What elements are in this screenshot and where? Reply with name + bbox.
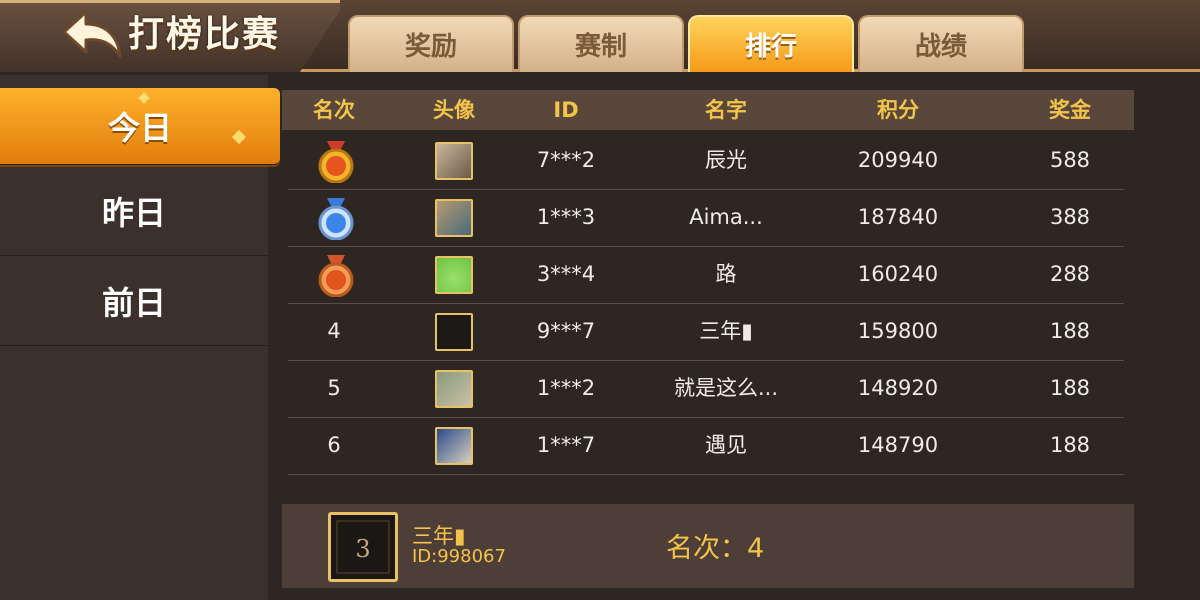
top-bar: 打榜比赛 奖励 赛制 排行 战绩 bbox=[0, 0, 1200, 72]
avatar-image: 3 bbox=[336, 520, 390, 574]
sparkle-decoration bbox=[138, 92, 150, 104]
avatar[interactable] bbox=[435, 313, 473, 351]
avatar[interactable] bbox=[435, 199, 473, 237]
sidebar-item-yesterday[interactable]: 昨日 bbox=[0, 167, 268, 256]
svg-text:3: 3 bbox=[355, 535, 370, 563]
player-id: 1***7 bbox=[536, 433, 596, 457]
player-id: 7***2 bbox=[536, 148, 596, 172]
sidebar-item-label: 今日 bbox=[107, 109, 172, 147]
player-name: 路 bbox=[715, 262, 737, 286]
column-header-rank: 名次 bbox=[313, 98, 355, 122]
player-id: 1***3 bbox=[536, 205, 596, 229]
column-header-bonus: 奖金 bbox=[1049, 98, 1091, 122]
avatar[interactable] bbox=[435, 142, 473, 180]
player-name: 遇见 bbox=[705, 433, 747, 457]
bronze-medal-icon bbox=[318, 255, 354, 297]
table-header: 名次 头像 ID 名字 积分 奖金 bbox=[282, 90, 1134, 130]
player-score: 209940 bbox=[857, 148, 939, 172]
player-score: 160240 bbox=[857, 262, 939, 286]
sparkle-decoration bbox=[231, 129, 247, 145]
player-score: 148790 bbox=[857, 433, 939, 457]
player-name: 辰光 bbox=[705, 148, 747, 172]
tab-format[interactable]: 赛制 bbox=[518, 15, 684, 72]
table-row[interactable]: 7***2 辰光 209940 588 bbox=[288, 132, 1124, 190]
column-header-id: ID bbox=[553, 98, 579, 122]
player-id: 9***7 bbox=[536, 319, 596, 343]
column-header-avatar: 头像 bbox=[433, 98, 475, 122]
player-score: 159800 bbox=[857, 319, 939, 343]
gold-medal-icon bbox=[318, 141, 354, 183]
player-id: 3***4 bbox=[536, 262, 596, 286]
player-name: 三年▮ bbox=[699, 319, 753, 343]
tab-records[interactable]: 战绩 bbox=[858, 15, 1024, 72]
sidebar-item-label: 前日 bbox=[101, 284, 166, 322]
player-id: 1***2 bbox=[536, 376, 596, 400]
column-header-score: 积分 bbox=[877, 98, 919, 122]
my-rank: 名次：4 bbox=[666, 526, 764, 565]
page-title: 打榜比赛 bbox=[128, 14, 281, 55]
my-id: ID:998067 bbox=[412, 546, 506, 567]
player-name: 就是这么... bbox=[673, 376, 779, 400]
sidebar-item-today[interactable]: 今日 bbox=[0, 88, 280, 165]
tab-ranking[interactable]: 排行 bbox=[688, 15, 854, 72]
sidebar: 今日 昨日 前日 bbox=[0, 75, 280, 600]
back-arrow-icon bbox=[62, 10, 122, 58]
sidebar-item-day-before[interactable]: 前日 bbox=[0, 257, 268, 346]
sidebar-item-label: 昨日 bbox=[101, 194, 166, 232]
my-avatar[interactable]: 3 bbox=[328, 512, 398, 582]
table-row[interactable]: 5 1***2 就是这么... 148920 188 bbox=[288, 360, 1124, 418]
rank-number: 5 bbox=[327, 376, 341, 400]
back-button[interactable] bbox=[62, 8, 124, 60]
player-name: Aima... bbox=[689, 205, 763, 229]
my-rank-value: 4 bbox=[747, 533, 765, 564]
player-score: 148920 bbox=[857, 376, 939, 400]
player-bonus: 188 bbox=[1049, 376, 1091, 400]
rank-number: 6 bbox=[327, 433, 341, 457]
avatar[interactable] bbox=[435, 256, 473, 294]
rank-number: 4 bbox=[327, 319, 341, 343]
avatar[interactable] bbox=[435, 427, 473, 465]
table-row[interactable]: 4 9***7 三年▮ 159800 188 bbox=[288, 303, 1124, 361]
avatar[interactable] bbox=[435, 370, 473, 408]
ranking-table: 名次 头像 ID 名字 积分 奖金 7***2 辰光 209940 588 1*… bbox=[282, 90, 1134, 490]
silver-medal-icon bbox=[318, 198, 354, 240]
column-header-name: 名字 bbox=[705, 98, 747, 122]
player-bonus: 288 bbox=[1049, 262, 1091, 286]
player-score: 187840 bbox=[857, 205, 939, 229]
player-bonus: 188 bbox=[1049, 319, 1091, 343]
table-row[interactable]: 3***4 路 160240 288 bbox=[288, 246, 1124, 304]
player-bonus: 588 bbox=[1049, 148, 1091, 172]
player-bonus: 188 bbox=[1049, 433, 1091, 457]
my-rank-label: 名次： bbox=[666, 533, 747, 564]
my-rank-bar: 3 三年▮ ID:998067 名次：4 bbox=[282, 504, 1134, 588]
player-bonus: 388 bbox=[1049, 205, 1091, 229]
tab-rewards[interactable]: 奖励 bbox=[348, 15, 514, 72]
table-row[interactable]: 1***3 Aima... 187840 388 bbox=[288, 189, 1124, 247]
table-row[interactable]: 6 1***7 遇见 148790 188 bbox=[288, 417, 1124, 475]
